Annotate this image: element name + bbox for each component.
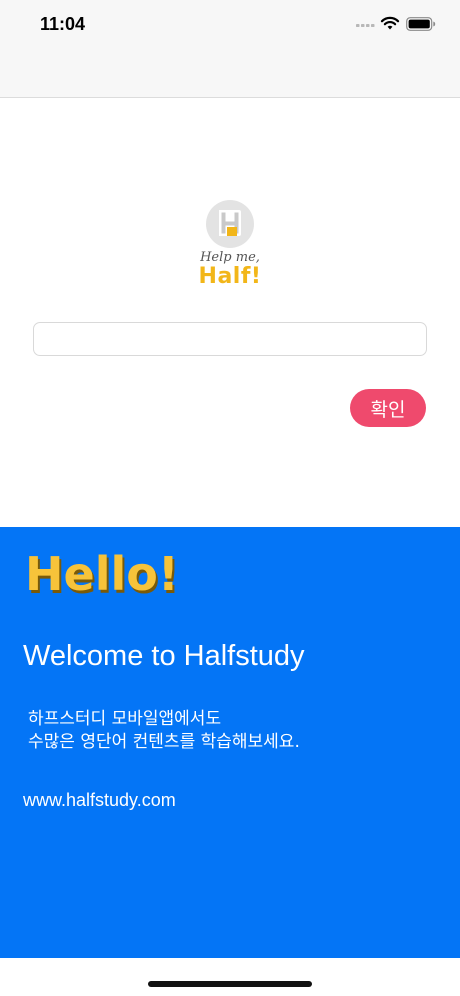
- home-indicator[interactable]: [148, 981, 312, 987]
- info-panel: Hello! Welcome to Halfstudy 하프스터디 모바일앱에서…: [0, 527, 460, 958]
- status-bar: 11:04: [0, 0, 460, 98]
- wifi-icon: [380, 16, 400, 30]
- confirm-button[interactable]: 확인: [350, 389, 426, 427]
- hello-heading: Hello!: [25, 547, 179, 601]
- logo-tagline: Help me,: [200, 250, 260, 265]
- description-line-1: 하프스터디 모바일앱에서도: [28, 709, 222, 729]
- code-input[interactable]: [33, 322, 427, 356]
- description-line-2: 수많은 영단어 컨텐츠를 학습해보세요.: [28, 732, 300, 752]
- halfstudy-logo: Help me, Half!: [190, 198, 270, 298]
- halfstudy-logo-icon: [219, 210, 241, 236]
- description: 하프스터디 모바일앱에서도 수많은 영단어 컨텐츠를 학습해보세요.: [28, 708, 300, 754]
- website-link[interactable]: www.halfstudy.com: [23, 790, 176, 811]
- logo-name: Half!: [198, 264, 262, 289]
- welcome-text: Welcome to Halfstudy: [23, 640, 305, 672]
- status-time: 11:04: [40, 14, 86, 34]
- signal-icon: [356, 24, 375, 27]
- battery-icon: [406, 17, 436, 31]
